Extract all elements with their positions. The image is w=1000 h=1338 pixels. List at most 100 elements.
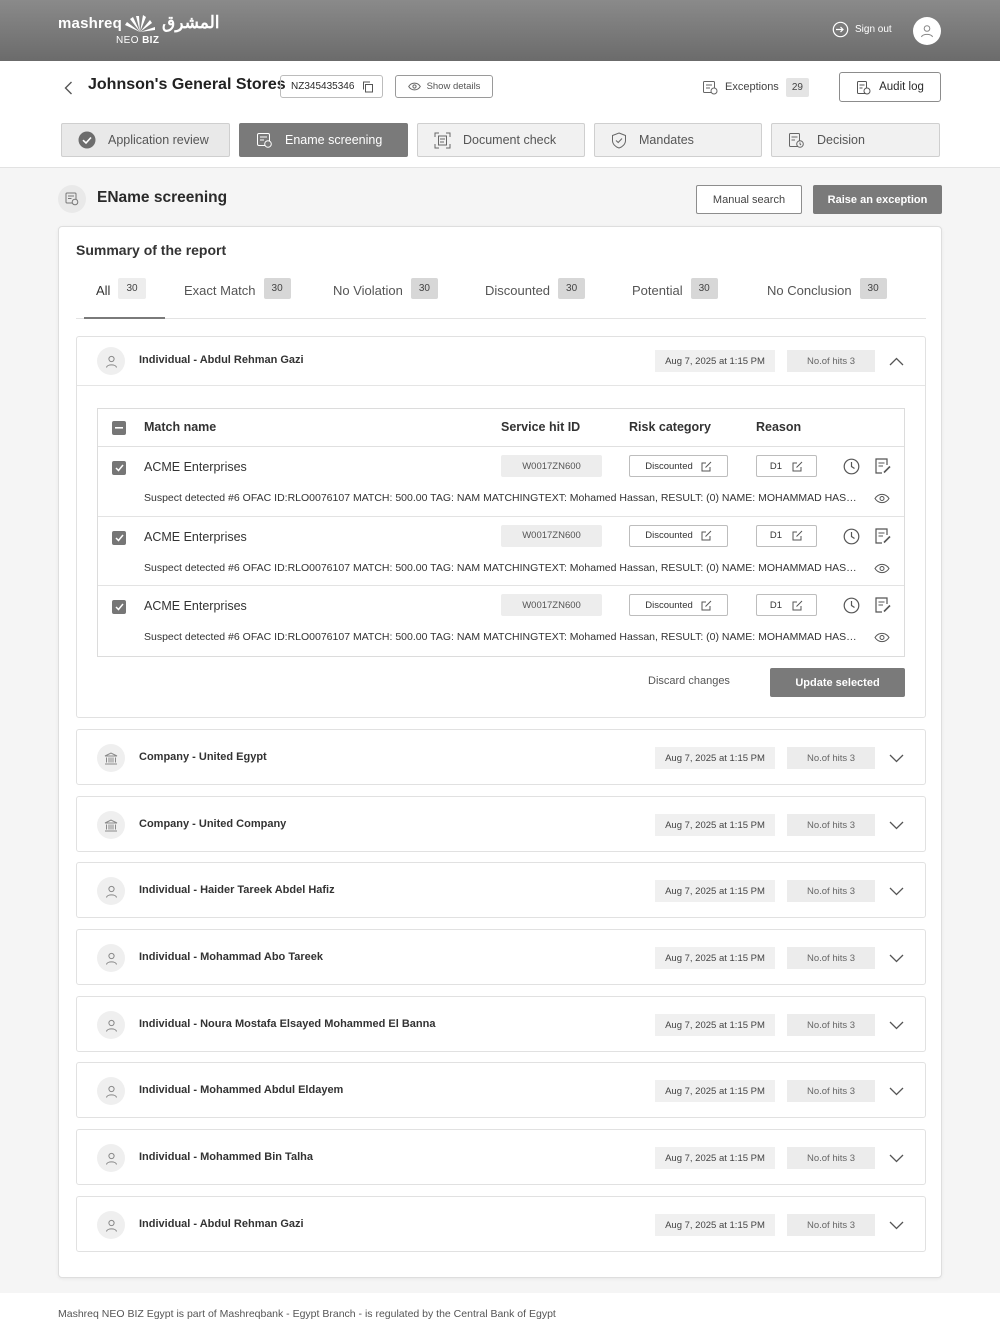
- entity-card: Individual - Abdul Rehman Gazi Aug 7, 20…: [76, 336, 926, 718]
- manual-search-button[interactable]: Manual search: [696, 185, 802, 214]
- entity-card[interactable]: Individual - Mohammed Bin Talha Aug 7, 2…: [76, 1129, 926, 1185]
- sign-out-button[interactable]: Sign out: [832, 21, 892, 38]
- company-name: Johnson's General Stores: [88, 76, 286, 93]
- copy-icon[interactable]: [362, 81, 374, 93]
- risk-category-select[interactable]: Discounted: [629, 524, 728, 547]
- chevron-down-icon: [889, 754, 903, 762]
- customer-id-chip: NZ345435346: [280, 75, 384, 98]
- edit-icon: [792, 600, 803, 610]
- select-all-checkbox[interactable]: [112, 421, 126, 435]
- entity-card[interactable]: Individual - Mohammad Abo Tareek Aug 7, …: [76, 929, 926, 985]
- eye-icon[interactable]: [874, 563, 890, 574]
- history-icon[interactable]: [843, 458, 860, 475]
- entity-date: Aug 7, 2025 at 1:15 PM: [655, 747, 775, 769]
- risk-category-select[interactable]: Discounted: [629, 455, 728, 477]
- row-checkbox[interactable]: [112, 530, 126, 545]
- entity-card[interactable]: Individual - Mohammed Abdul Eldayem Aug …: [76, 1062, 926, 1118]
- show-details-button[interactable]: Show details: [395, 75, 493, 98]
- entity-card[interactable]: Company - United Egypt Aug 7, 2025 at 1:…: [76, 729, 926, 785]
- user-icon: [921, 25, 933, 38]
- header-risk-category: Risk category: [629, 420, 711, 434]
- service-hit-id: W0017ZN600: [501, 594, 602, 616]
- eye-icon[interactable]: [874, 493, 890, 504]
- add-note-icon[interactable]: [874, 457, 892, 475]
- reason-select[interactable]: D1: [756, 455, 817, 477]
- filter-count: 30: [859, 278, 887, 299]
- exceptions-icon: [703, 81, 718, 95]
- expand-toggle[interactable]: [887, 817, 905, 833]
- document-scan-icon: [434, 132, 451, 148]
- expand-toggle[interactable]: [887, 750, 905, 766]
- entity-header[interactable]: Company - United Egypt Aug 7, 2025 at 1:…: [77, 734, 925, 782]
- expand-toggle[interactable]: [887, 950, 905, 966]
- risk-category-select[interactable]: Discounted: [629, 594, 728, 616]
- discard-changes-button[interactable]: Discard changes: [648, 675, 730, 687]
- entity-card[interactable]: Individual - Noura Mostafa Elsayed Moham…: [76, 996, 926, 1052]
- history-icon[interactable]: [843, 597, 860, 614]
- step-ename-screening[interactable]: Ename screening: [239, 123, 408, 157]
- expand-toggle[interactable]: [887, 1217, 905, 1233]
- entity-card[interactable]: Individual - Haider Tareek Abdel Hafiz A…: [76, 862, 926, 918]
- person-icon: [105, 1085, 117, 1098]
- collapse-toggle[interactable]: [887, 353, 905, 369]
- exceptions-link[interactable]: Exceptions 29: [702, 75, 809, 99]
- reason-select[interactable]: D1: [756, 594, 817, 616]
- step-document-check[interactable]: Document check: [417, 123, 585, 157]
- row-checkbox[interactable]: [112, 600, 126, 614]
- edit-icon: [792, 461, 803, 471]
- match-description: Suspect detected #6 OFAC ID:RLO0076107 M…: [144, 631, 860, 643]
- filter-tabs: All 30 Exact Match 30 No Violation 30 Di…: [76, 278, 926, 319]
- brand-sub-biz: BIZ: [142, 35, 160, 46]
- entity-header[interactable]: Individual - Mohammed Bin Talha Aug 7, 2…: [77, 1134, 925, 1182]
- audit-log-button[interactable]: Audit log: [839, 72, 941, 102]
- add-note-icon[interactable]: [874, 596, 892, 614]
- expand-toggle[interactable]: [887, 1017, 905, 1033]
- person-icon: [105, 1219, 117, 1232]
- customer-id: NZ345435346: [291, 81, 355, 92]
- update-selected-button[interactable]: Update selected: [770, 668, 905, 697]
- entity-header[interactable]: Individual - Mohammad Abo Tareek Aug 7, …: [77, 934, 925, 982]
- entity-card[interactable]: Company - United Company Aug 7, 2025 at …: [76, 796, 926, 852]
- step-label: Decision: [817, 133, 865, 147]
- add-note-icon[interactable]: [874, 527, 892, 545]
- filter-tab-discounted[interactable]: Discounted 30: [485, 278, 586, 319]
- entity-name: Individual - Noura Mostafa Elsayed Moham…: [139, 1018, 436, 1030]
- user-avatar[interactable]: [913, 17, 941, 45]
- step-mandates[interactable]: Mandates: [594, 123, 762, 157]
- entity-header[interactable]: Individual - Mohammed Abdul Eldayem Aug …: [77, 1067, 925, 1115]
- filter-tab-all[interactable]: All 30: [84, 278, 165, 319]
- chevron-down-icon: [889, 821, 903, 829]
- entity-header[interactable]: Individual - Haider Tareek Abdel Hafiz A…: [77, 867, 925, 915]
- entity-avatar: [97, 944, 125, 972]
- entity-avatar: [97, 347, 125, 375]
- filter-tab-exact-match[interactable]: Exact Match 30: [184, 278, 291, 319]
- reason-select[interactable]: D1: [756, 524, 817, 547]
- entity-header[interactable]: Individual - Abdul Rehman Gazi Aug 7, 20…: [77, 1201, 925, 1249]
- entity-header[interactable]: Company - United Company Aug 7, 2025 at …: [77, 801, 925, 849]
- entity-header[interactable]: Individual - Abdul Rehman Gazi Aug 7, 20…: [77, 337, 925, 385]
- check-icon: [114, 534, 124, 542]
- entity-header[interactable]: Individual - Noura Mostafa Elsayed Moham…: [77, 1001, 925, 1049]
- history-icon[interactable]: [843, 528, 860, 545]
- step-decision[interactable]: Decision: [771, 123, 940, 157]
- step-label: Mandates: [639, 133, 694, 147]
- back-button[interactable]: [60, 79, 76, 97]
- section-icon: [58, 185, 86, 213]
- filter-tab-no-violation[interactable]: No Violation 30: [333, 278, 438, 319]
- entity-card[interactable]: Individual - Abdul Rehman Gazi Aug 7, 20…: [76, 1196, 926, 1252]
- expand-toggle[interactable]: [887, 1150, 905, 1166]
- entity-hits: No.of hits 3: [787, 947, 875, 969]
- entity-name: Company - United Company: [139, 818, 287, 830]
- row-checkbox[interactable]: [112, 461, 126, 475]
- risk-category-value: Discounted: [645, 530, 693, 541]
- step-label: Document check: [463, 133, 557, 147]
- raise-exception-button[interactable]: Raise an exception: [813, 185, 942, 214]
- reason-value: D1: [769, 599, 783, 611]
- expand-toggle[interactable]: [887, 883, 905, 899]
- step-application-review[interactable]: Application review: [61, 123, 230, 157]
- entity-avatar: [97, 1144, 125, 1172]
- expand-toggle[interactable]: [887, 1083, 905, 1099]
- filter-tab-no-conclusion[interactable]: No Conclusion 30: [767, 278, 887, 319]
- filter-tab-potential[interactable]: Potential 30: [632, 278, 718, 319]
- eye-icon[interactable]: [874, 632, 890, 643]
